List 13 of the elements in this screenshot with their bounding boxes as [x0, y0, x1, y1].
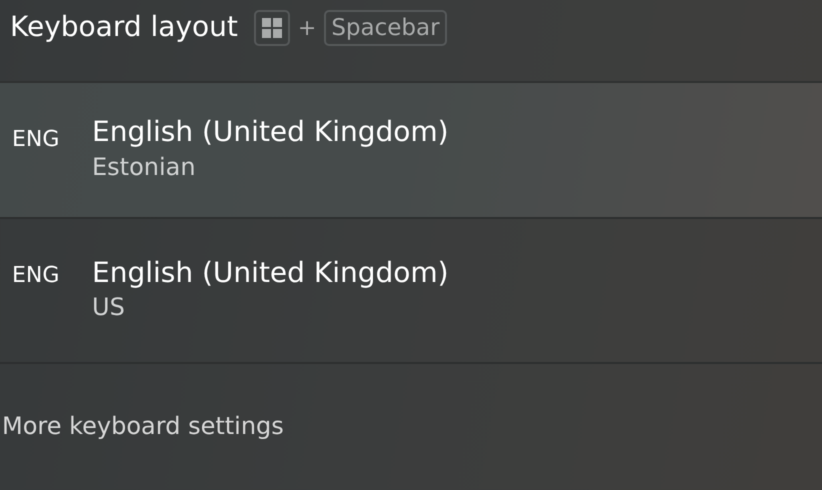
- windows-key-icon: [254, 10, 290, 46]
- language-name: English (United Kingdom): [92, 256, 449, 290]
- keyboard-name: Estonian: [92, 152, 197, 183]
- language-code: ENG: [12, 262, 60, 290]
- plus-sign: +: [298, 15, 316, 43]
- flyout-title: Keyboard layout: [10, 9, 238, 45]
- layout-item[interactable]: ENG English (United Kingdom) Estonian: [0, 83, 822, 219]
- layout-item[interactable]: ENG English (United Kingdom) US: [0, 219, 822, 364]
- language-code: ENG: [12, 126, 60, 154]
- keyboard-name: US: [92, 292, 126, 324]
- language-name: English (United Kingdom): [92, 115, 449, 149]
- more-settings-link[interactable]: More keyboard settings: [2, 412, 284, 440]
- spacebar-key: Spacebar: [324, 10, 447, 46]
